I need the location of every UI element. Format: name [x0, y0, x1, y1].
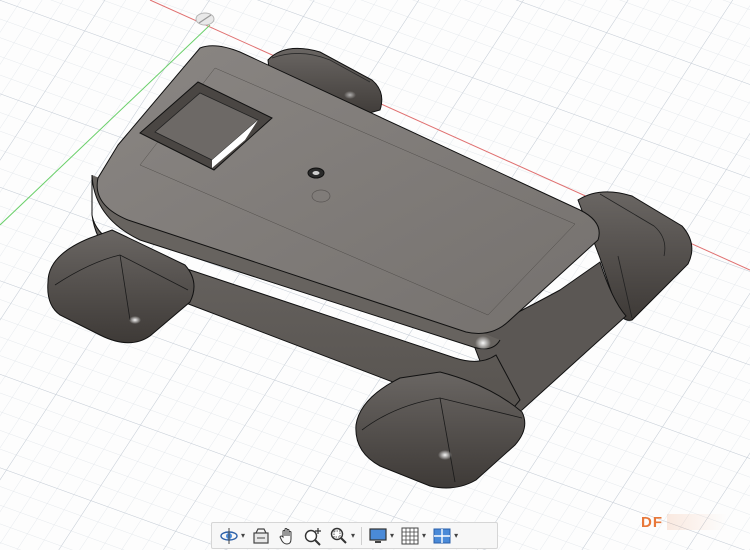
display-settings-icon — [369, 527, 387, 543]
navigation-toolbar: ▾ ▾ ▾ ▾ ▾ — [211, 522, 498, 549]
zoom-icon — [304, 527, 322, 546]
chevron-down-icon: ▾ — [351, 531, 356, 540]
look-at-icon — [253, 527, 269, 544]
hand-pan-icon — [279, 527, 292, 545]
3d-viewport[interactable] — [0, 0, 750, 550]
chevron-down-icon: ▾ — [454, 531, 459, 540]
orbit-button[interactable]: ▾ — [216, 525, 248, 547]
viewports-icon — [433, 528, 451, 543]
zoom-window-icon — [330, 527, 347, 544]
zoom-button[interactable] — [300, 525, 326, 547]
pan-button[interactable] — [274, 525, 300, 547]
watermark-fade — [667, 514, 727, 530]
display-settings-button[interactable]: ▾ — [365, 525, 397, 547]
origin-marker-icon[interactable] — [195, 12, 215, 26]
orbit-icon — [220, 527, 238, 544]
toolbar-divider — [361, 526, 363, 545]
grid-icon — [401, 527, 419, 544]
viewports-button[interactable]: ▾ — [429, 525, 461, 547]
chevron-down-icon: ▾ — [422, 531, 427, 540]
zoom-window-button[interactable]: ▾ — [326, 525, 358, 547]
look-at-button[interactable] — [248, 525, 274, 547]
watermark: DF — [641, 511, 745, 533]
watermark-text: DF — [641, 513, 663, 531]
chevron-down-icon: ▾ — [390, 531, 395, 540]
grid-snaps-button[interactable]: ▾ — [397, 525, 429, 547]
chevron-down-icon: ▾ — [241, 531, 246, 540]
